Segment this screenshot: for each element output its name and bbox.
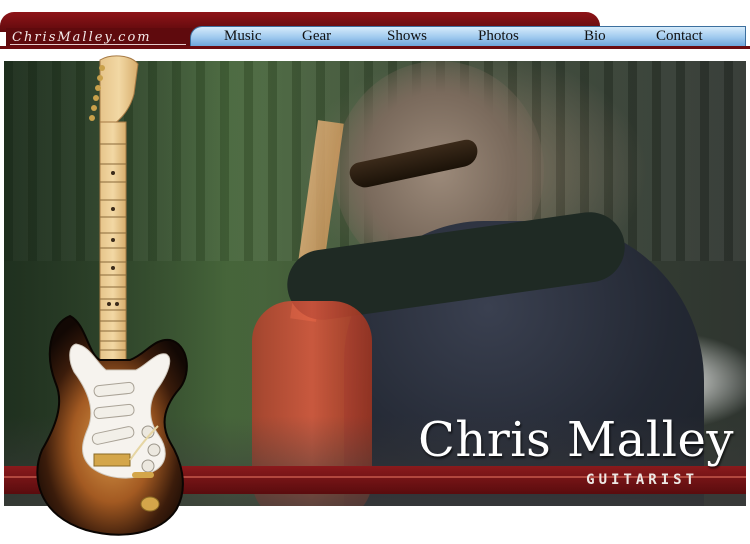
- nav-bio[interactable]: Bio: [584, 26, 606, 46]
- nav-shows[interactable]: Shows: [387, 26, 427, 46]
- site-logo[interactable]: ChrisMalley.com: [6, 28, 192, 48]
- nav-contact[interactable]: Contact: [656, 26, 703, 46]
- page-title: Chris Malley: [418, 412, 734, 468]
- nav-gear[interactable]: Gear: [302, 26, 331, 46]
- electric-guitar-image: [36, 55, 188, 536]
- logo-underline: [10, 44, 186, 45]
- nav-music[interactable]: Music: [224, 26, 262, 46]
- header-rule: [0, 46, 750, 49]
- page-subtitle: GUITARIST: [586, 472, 698, 488]
- nav-photos[interactable]: Photos: [478, 26, 519, 46]
